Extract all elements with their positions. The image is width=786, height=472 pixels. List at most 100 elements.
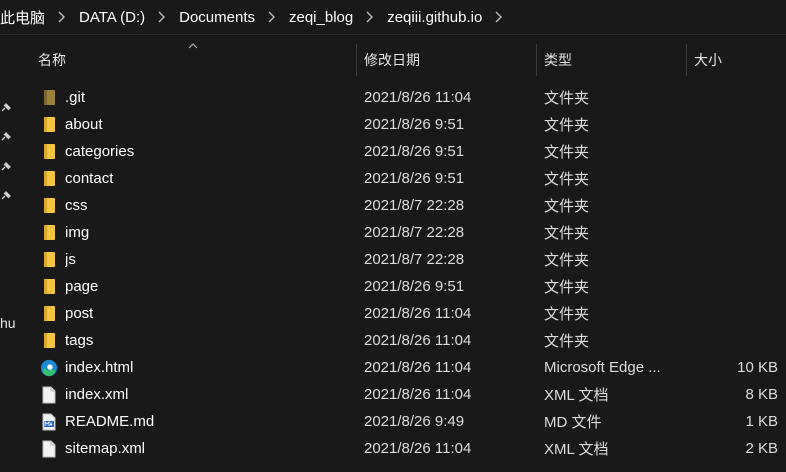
file-modified-date: 2021/8/26 9:51 (364, 170, 465, 187)
file-row[interactable]: sitemap.xml 2021/8/26 11:04 XML 文档 2 KB (22, 435, 786, 462)
file-size (690, 84, 778, 111)
navigation-pane: hu (0, 35, 18, 472)
file-name: about (65, 116, 103, 133)
breadcrumb-label: DATA (D:) (79, 8, 146, 26)
chevron-right-icon[interactable] (47, 0, 77, 34)
breadcrumb-item-data-drive[interactable]: DATA (D:) (77, 0, 147, 34)
chevron-right-icon[interactable] (147, 0, 177, 34)
pin-icon[interactable] (0, 161, 12, 173)
breadcrumb-label: Documents (179, 8, 255, 26)
column-date-header[interactable]: 修改日期 (364, 44, 534, 76)
file-size (690, 327, 778, 354)
file-type: 文件夹 (544, 306, 590, 323)
file-name: README.md (65, 413, 155, 430)
nav-item-label-partial[interactable]: hu (0, 315, 16, 331)
file-name: contact (65, 170, 114, 187)
file-name: page (65, 278, 99, 295)
file-size (690, 192, 778, 219)
pin-icon[interactable] (0, 102, 12, 114)
file-modified-date: 2021/8/26 9:51 (364, 278, 465, 295)
file-type: 文件夹 (544, 171, 590, 188)
file-row[interactable]: .git 2021/8/26 11:04 文件夹 (22, 84, 786, 111)
file-size (690, 219, 778, 246)
folder-dim-icon (40, 84, 58, 111)
edge-icon (40, 354, 58, 381)
file-size (690, 246, 778, 273)
file-modified-date: 2021/8/26 11:04 (364, 440, 472, 457)
file-type: 文件夹 (544, 252, 590, 269)
file-type: 文件夹 (544, 117, 590, 134)
breadcrumb-item-this-pc[interactable]: 此电脑 (0, 0, 47, 34)
document-icon (40, 435, 58, 462)
folder-icon (40, 192, 58, 219)
folder-icon (40, 246, 58, 273)
file-row[interactable]: index.xml 2021/8/26 11:04 XML 文档 8 KB (22, 381, 786, 408)
file-row[interactable]: categories 2021/8/26 9:51 文件夹 (22, 138, 786, 165)
chevron-right-icon[interactable] (484, 0, 514, 34)
file-modified-date: 2021/8/26 11:04 (364, 305, 472, 322)
file-modified-date: 2021/8/26 9:51 (364, 143, 465, 160)
breadcrumb-label: 此电脑 (0, 9, 46, 27)
breadcrumb-item-zeqiii-github-io[interactable]: zeqiii.github.io (385, 0, 484, 34)
file-explorer-window: 此电脑 DATA (D:) Documents zeqi_blog zeqiii… (0, 0, 786, 472)
file-type: Microsoft Edge ... (544, 359, 661, 376)
column-size-header[interactable]: 大小 (694, 44, 774, 76)
file-row[interactable]: js 2021/8/7 22:28 文件夹 (22, 246, 786, 273)
chevron-right-icon[interactable] (355, 0, 385, 34)
file-name: js (65, 251, 76, 268)
folder-icon (40, 138, 58, 165)
file-name: .git (65, 89, 86, 106)
file-size (690, 111, 778, 138)
markdown-file-icon (40, 408, 58, 435)
file-type: XML 文档 (544, 387, 609, 404)
file-modified-date: 2021/8/26 11:04 (364, 332, 472, 349)
file-modified-date: 2021/8/26 9:51 (364, 116, 465, 133)
file-row[interactable]: css 2021/8/7 22:28 文件夹 (22, 192, 786, 219)
column-divider[interactable] (356, 44, 357, 76)
column-header: 名称 修改日期 类型 大小 (22, 43, 786, 76)
document-icon (40, 381, 58, 408)
file-row[interactable]: post 2021/8/26 11:04 文件夹 (22, 300, 786, 327)
file-row[interactable]: about 2021/8/26 9:51 文件夹 (22, 111, 786, 138)
file-type: 文件夹 (544, 225, 590, 242)
breadcrumb: 此电脑 DATA (D:) Documents zeqi_blog zeqiii… (0, 0, 786, 35)
file-name: tags (65, 332, 94, 349)
pin-icon[interactable] (0, 131, 12, 143)
file-type: MD 文件 (544, 414, 602, 431)
file-type: 文件夹 (544, 333, 590, 350)
pin-icon[interactable] (0, 190, 12, 202)
file-type: 文件夹 (544, 144, 590, 161)
file-type: XML 文档 (544, 441, 609, 458)
chevron-right-icon[interactable] (257, 0, 287, 34)
column-name-header[interactable]: 名称 (38, 44, 348, 76)
file-row[interactable]: img 2021/8/7 22:28 文件夹 (22, 219, 786, 246)
file-size: 2 KB (745, 440, 778, 457)
file-name: img (65, 224, 90, 241)
file-list: .git 2021/8/26 11:04 文件夹 about 2021/8/26 9:5… (22, 84, 786, 462)
file-size: 1 KB (745, 413, 778, 430)
breadcrumb-item-documents[interactable]: Documents (177, 0, 257, 34)
file-name: categories (65, 143, 135, 160)
file-modified-date: 2021/8/26 11:04 (364, 359, 472, 376)
file-size (690, 273, 778, 300)
file-modified-date: 2021/8/7 22:28 (364, 251, 465, 268)
file-row[interactable]: README.md 2021/8/26 9:49 MD 文件 1 KB (22, 408, 786, 435)
breadcrumb-item-zeqi-blog[interactable]: zeqi_blog (287, 0, 355, 34)
breadcrumb-label: zeqi_blog (289, 8, 354, 26)
file-size (690, 165, 778, 192)
file-row[interactable]: contact 2021/8/26 9:51 文件夹 (22, 165, 786, 192)
column-divider[interactable] (536, 44, 537, 76)
column-divider[interactable] (686, 44, 687, 76)
file-type: 文件夹 (544, 198, 590, 215)
file-row[interactable]: page 2021/8/26 9:51 文件夹 (22, 273, 786, 300)
file-row[interactable]: tags 2021/8/26 11:04 文件夹 (22, 327, 786, 354)
column-type-header[interactable]: 类型 (544, 44, 684, 76)
file-modified-date: 2021/8/7 22:28 (364, 197, 465, 214)
file-name: css (65, 197, 88, 214)
breadcrumb-label: zeqiii.github.io (387, 8, 483, 26)
folder-icon (40, 300, 58, 327)
file-row[interactable]: index.html 2021/8/26 11:04 Microsoft Edge … (22, 354, 786, 381)
file-name: post (65, 305, 94, 322)
file-modified-date: 2021/8/26 9:49 (364, 413, 465, 430)
folder-icon (40, 111, 58, 138)
